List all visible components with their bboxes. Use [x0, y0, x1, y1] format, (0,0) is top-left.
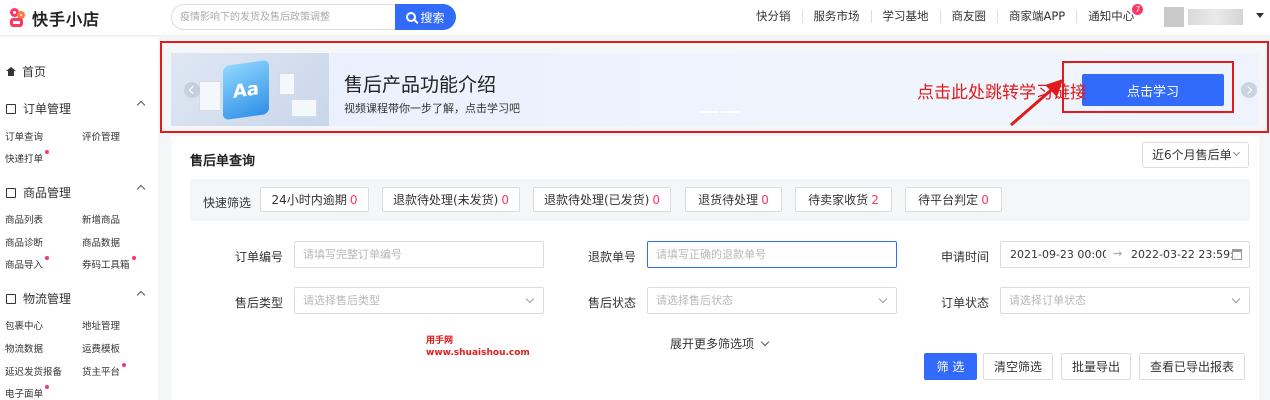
quick-filter-label: 快速筛选: [203, 196, 252, 210]
calendar-icon: [1232, 249, 1242, 260]
sidebar-item-product-import[interactable]: 商品导入: [5, 256, 50, 271]
sidebar-item-e-waybill[interactable]: 电子面单: [5, 385, 50, 400]
aftersale-status-label: 售后状态: [587, 296, 636, 310]
sidebar-item-freight-template[interactable]: 运费模板: [82, 341, 120, 355]
apply-time-label: 申请时间: [940, 250, 989, 264]
order-status-label: 订单状态: [940, 296, 989, 310]
sidebar-item-express-printing[interactable]: 快递打单: [5, 150, 50, 165]
account-dropdown-icon[interactable]: [1256, 13, 1264, 18]
top-bar: 快手小店 搜索 快分销 服务市场 学习基地 商友圈 商家端APP 通知中心 7: [0, 0, 1270, 36]
nav-learning-base[interactable]: 学习基地: [872, 10, 941, 23]
watermark-title: 用手网: [426, 336, 454, 346]
search-button[interactable]: 搜索: [395, 4, 456, 30]
chevron-down-icon: [760, 337, 770, 347]
search-icon: [406, 12, 417, 22]
chevron-up-icon: [136, 100, 146, 110]
order-no-label: 订单编号: [234, 250, 283, 264]
chip-await-seller-receipt[interactable]: 待卖家收货 2: [795, 187, 892, 212]
banner-prev-arrow-icon[interactable]: [184, 82, 200, 98]
sidebar-group-products[interactable]: 商品管理: [6, 184, 146, 201]
refund-no-label: 退款单号: [587, 250, 636, 264]
sidebar-item-coupon-toolbox[interactable]: 券码工具箱: [82, 256, 135, 271]
sidebar-item-address-management[interactable]: 地址管理: [82, 318, 120, 332]
apply-time-range[interactable]: 2021-09-23 00:00:00 → 2022-03-22 23:59:5…: [1000, 241, 1250, 268]
top-nav: 快分销 服务市场 学习基地 商友圈 商家端APP 通知中心 7: [745, 4, 1145, 23]
chevron-down-icon: [1231, 294, 1241, 304]
banner-pagination[interactable]: [700, 111, 742, 113]
text-font-icon: Aa: [223, 59, 269, 121]
sidebar-item-review-management[interactable]: 评价管理: [82, 129, 120, 143]
sidebar-item-delay-report[interactable]: 延迟发货报备: [5, 364, 62, 378]
aftersale-type-label: 售后类型: [234, 296, 283, 310]
range-arrow-icon: →: [1113, 247, 1123, 260]
banner-next-arrow-icon[interactable]: [1241, 82, 1257, 98]
aftersale-type-select[interactable]: 请选择售后类型: [294, 287, 544, 314]
chip-refund-unshipped[interactable]: 退款待处理(未发货) 0: [382, 187, 520, 212]
sidebar: 首页 订单管理 订单查询 评价管理 快递打单 商品管理 商品列表 新增商品 商品…: [0, 37, 158, 400]
nav-notification-center[interactable]: 通知中心 7: [1077, 4, 1145, 23]
product-icon: [6, 187, 16, 198]
batch-export-button[interactable]: 批量导出: [1061, 353, 1131, 380]
nav-service-market[interactable]: 服务市场: [803, 10, 872, 23]
sidebar-item-product-data[interactable]: 商品数据: [82, 235, 120, 249]
sidebar-item-parcel-center[interactable]: 包裹中心: [5, 318, 43, 332]
sidebar-item-product-list[interactable]: 商品列表: [5, 212, 43, 226]
page-title: 售后单查询: [190, 154, 256, 169]
sidebar-item-order-query[interactable]: 订单查询: [5, 129, 43, 143]
period-select[interactable]: 近6个月售后单: [1142, 142, 1249, 168]
chevron-down-icon: [878, 294, 888, 304]
filter-button[interactable]: 筛 选: [924, 353, 977, 380]
app-name: 快手小店: [32, 10, 101, 29]
sidebar-item-home[interactable]: 首页: [6, 63, 46, 80]
nav-merchant-circle[interactable]: 商友圈: [941, 10, 998, 23]
chip-await-platform-ruling[interactable]: 待平台判定 0: [905, 187, 1002, 212]
app-logo[interactable]: 快手小店: [8, 6, 100, 30]
chip-return-pending[interactable]: 退货待处理 0: [685, 187, 782, 212]
chip-24h-overdue[interactable]: 24小时内逾期 0: [260, 187, 369, 212]
apply-time-end[interactable]: 2022-03-22 23:59:59: [1131, 248, 1235, 261]
order-no-input[interactable]: [294, 241, 544, 268]
search-input[interactable]: [171, 4, 395, 30]
search-bar: 搜索: [171, 4, 456, 30]
sidebar-group-orders[interactable]: 订单管理: [6, 100, 146, 117]
username-blurred[interactable]: [1188, 9, 1243, 25]
apply-time-start[interactable]: 2021-09-23 00:00:00: [1010, 248, 1106, 261]
refund-no-input[interactable]: [647, 241, 897, 268]
chip-refund-shipped[interactable]: 退款待处理(已发货) 0: [533, 187, 671, 212]
chevron-down-icon: [525, 294, 535, 304]
order-icon: [6, 103, 16, 114]
expand-more-filters[interactable]: 展开更多筛选项: [670, 335, 770, 352]
notification-badge: 7: [1132, 4, 1144, 15]
view-exported-reports-button[interactable]: 查看已导出报表: [1139, 353, 1245, 380]
chevron-up-icon: [136, 290, 146, 300]
chevron-down-icon: [1232, 148, 1241, 157]
banner-title: 售后产品功能介绍: [344, 74, 497, 96]
truck-icon: [6, 293, 16, 304]
chevron-up-icon: [136, 184, 146, 194]
kuaishou-logo-icon: [8, 8, 28, 28]
nav-distribution[interactable]: 快分销: [745, 10, 803, 23]
clear-filter-button[interactable]: 清空筛选: [983, 353, 1053, 380]
avatar[interactable]: [1164, 7, 1184, 27]
nav-merchant-app[interactable]: 商家端APP: [998, 10, 1078, 23]
annotation-arrow-icon: [1010, 79, 1063, 127]
learn-button[interactable]: 点击学习: [1082, 74, 1224, 106]
aftersale-status-select[interactable]: 请选择售后状态: [647, 287, 897, 314]
sidebar-item-shipper-platform[interactable]: 货主平台: [82, 363, 127, 378]
sidebar-group-logistics[interactable]: 物流管理: [6, 290, 146, 307]
order-status-select[interactable]: 请选择订单状态: [1000, 287, 1250, 314]
watermark-url: www.shuaishou.com: [426, 348, 530, 358]
home-icon: [6, 67, 16, 76]
sidebar-item-logistics-data[interactable]: 物流数据: [5, 341, 43, 355]
banner-subtitle: 视频课程带你一步了解，点击学习吧: [344, 102, 520, 115]
sidebar-item-product-diagnosis[interactable]: 商品诊断: [5, 235, 43, 249]
sidebar-item-add-product[interactable]: 新增商品: [82, 212, 120, 226]
